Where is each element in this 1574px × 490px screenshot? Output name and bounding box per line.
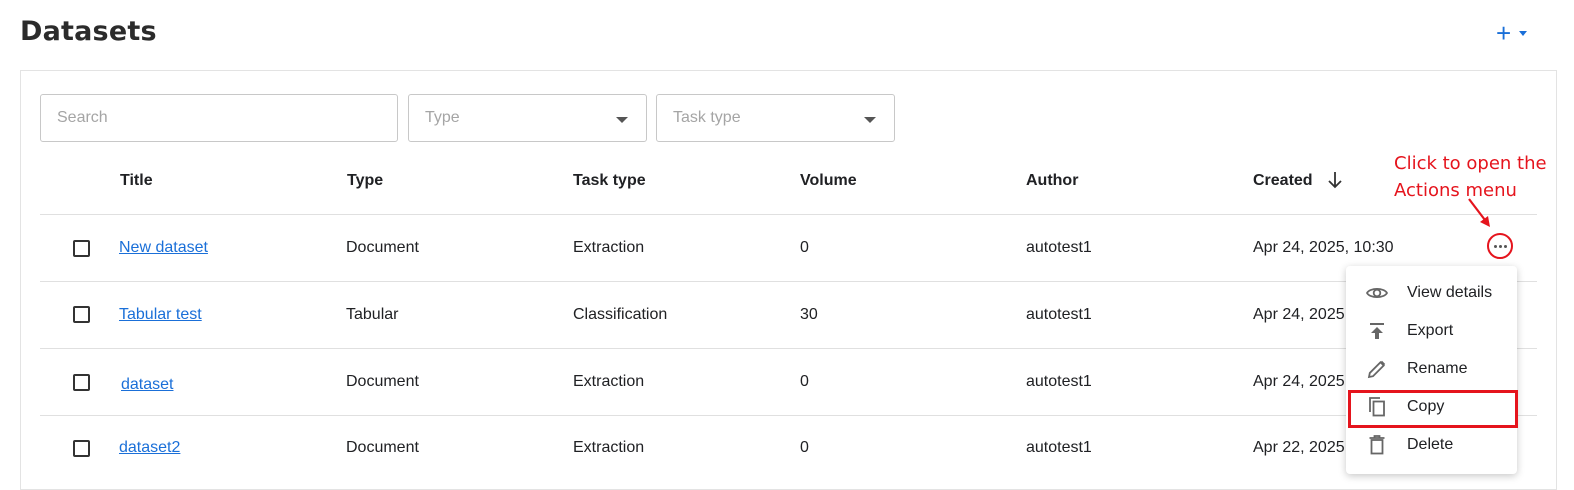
dataset-created: Apr 24, 2025 bbox=[1253, 306, 1345, 323]
dot bbox=[1498, 244, 1502, 248]
row-checkbox[interactable] bbox=[73, 240, 90, 257]
dataset-created: Apr 22, 2025 bbox=[1253, 439, 1345, 456]
actions-menu: View details Export Rename Copy Delete bbox=[1346, 266, 1517, 474]
dataset-author: autotest1 bbox=[1026, 373, 1092, 390]
column-header-title[interactable]: Title bbox=[120, 172, 153, 190]
dataset-volume: 0 bbox=[800, 239, 809, 256]
add-dataset-button[interactable]: + bbox=[1496, 20, 1541, 46]
menu-item-label: View details bbox=[1407, 284, 1493, 301]
page-title: Datasets bbox=[20, 16, 157, 47]
dataset-task-type: Extraction bbox=[573, 239, 645, 256]
export-icon bbox=[1370, 323, 1384, 339]
dataset-title-link[interactable]: Tabular test bbox=[119, 306, 202, 324]
column-header-volume[interactable]: Volume bbox=[800, 172, 857, 190]
column-header-type[interactable]: Type bbox=[347, 172, 383, 190]
trash-icon bbox=[1369, 435, 1385, 455]
menu-item-view-details[interactable]: View details bbox=[1346, 275, 1517, 311]
row-checkbox[interactable] bbox=[73, 306, 90, 323]
dataset-task-type: Extraction bbox=[573, 373, 645, 390]
dataset-author: autotest1 bbox=[1026, 306, 1092, 323]
pencil-icon bbox=[1367, 360, 1386, 379]
menu-item-label: Delete bbox=[1407, 436, 1454, 453]
column-header-created[interactable]: Created bbox=[1253, 172, 1313, 190]
dropdown-arrow-icon bbox=[864, 117, 876, 123]
dataset-task-type: Extraction bbox=[573, 439, 645, 456]
task-type-select[interactable]: Task type bbox=[656, 94, 895, 142]
column-header-task-type[interactable]: Task type bbox=[573, 172, 646, 190]
dot bbox=[1503, 244, 1507, 248]
plus-icon: + bbox=[1496, 18, 1512, 48]
row-divider bbox=[40, 281, 1537, 282]
dataset-volume: 0 bbox=[800, 439, 809, 456]
eye-icon bbox=[1365, 287, 1389, 299]
type-select[interactable]: Type bbox=[408, 94, 647, 142]
menu-item-delete[interactable]: Delete bbox=[1346, 427, 1517, 463]
dataset-author: autotest1 bbox=[1026, 439, 1092, 456]
dataset-author: autotest1 bbox=[1026, 239, 1092, 256]
menu-item-rename[interactable]: Rename bbox=[1346, 351, 1517, 387]
dataset-title-link[interactable]: dataset2 bbox=[119, 439, 180, 457]
dataset-title-link[interactable]: New dataset bbox=[119, 239, 208, 257]
search-input[interactable] bbox=[41, 95, 397, 141]
menu-item-label: Export bbox=[1407, 322, 1454, 339]
dataset-title-link[interactable]: dataset bbox=[121, 376, 173, 394]
row-checkbox[interactable] bbox=[73, 440, 90, 457]
dataset-type: Document bbox=[346, 373, 419, 390]
sort-descending-icon[interactable] bbox=[1326, 170, 1344, 190]
dataset-created: Apr 24, 2025, 10:30 bbox=[1253, 239, 1394, 256]
caret-down-icon bbox=[1519, 30, 1528, 36]
dataset-type: Tabular bbox=[346, 306, 399, 323]
row-divider bbox=[40, 415, 1537, 416]
dataset-type: Document bbox=[346, 439, 419, 456]
dataset-type: Document bbox=[346, 239, 419, 256]
dataset-task-type: Classification bbox=[573, 306, 668, 323]
type-select-placeholder: Type bbox=[425, 109, 460, 126]
dataset-volume: 30 bbox=[800, 306, 818, 323]
menu-item-label: Rename bbox=[1407, 360, 1468, 377]
dropdown-arrow-icon bbox=[616, 117, 628, 123]
dataset-created: Apr 24, 2025 bbox=[1253, 373, 1345, 390]
column-header-author[interactable]: Author bbox=[1026, 172, 1078, 190]
menu-item-export[interactable]: Export bbox=[1346, 313, 1517, 349]
row-checkbox[interactable] bbox=[73, 374, 90, 391]
row-divider bbox=[40, 348, 1537, 349]
header-divider bbox=[40, 214, 1537, 215]
search-field[interactable] bbox=[40, 94, 398, 142]
dataset-volume: 0 bbox=[800, 373, 809, 390]
task-type-select-placeholder: Task type bbox=[673, 109, 741, 126]
dot bbox=[1493, 244, 1497, 248]
annotation-highlight-box bbox=[1348, 390, 1518, 428]
annotation-arrow-icon bbox=[1468, 198, 1490, 227]
row-actions-button[interactable] bbox=[1487, 233, 1513, 259]
